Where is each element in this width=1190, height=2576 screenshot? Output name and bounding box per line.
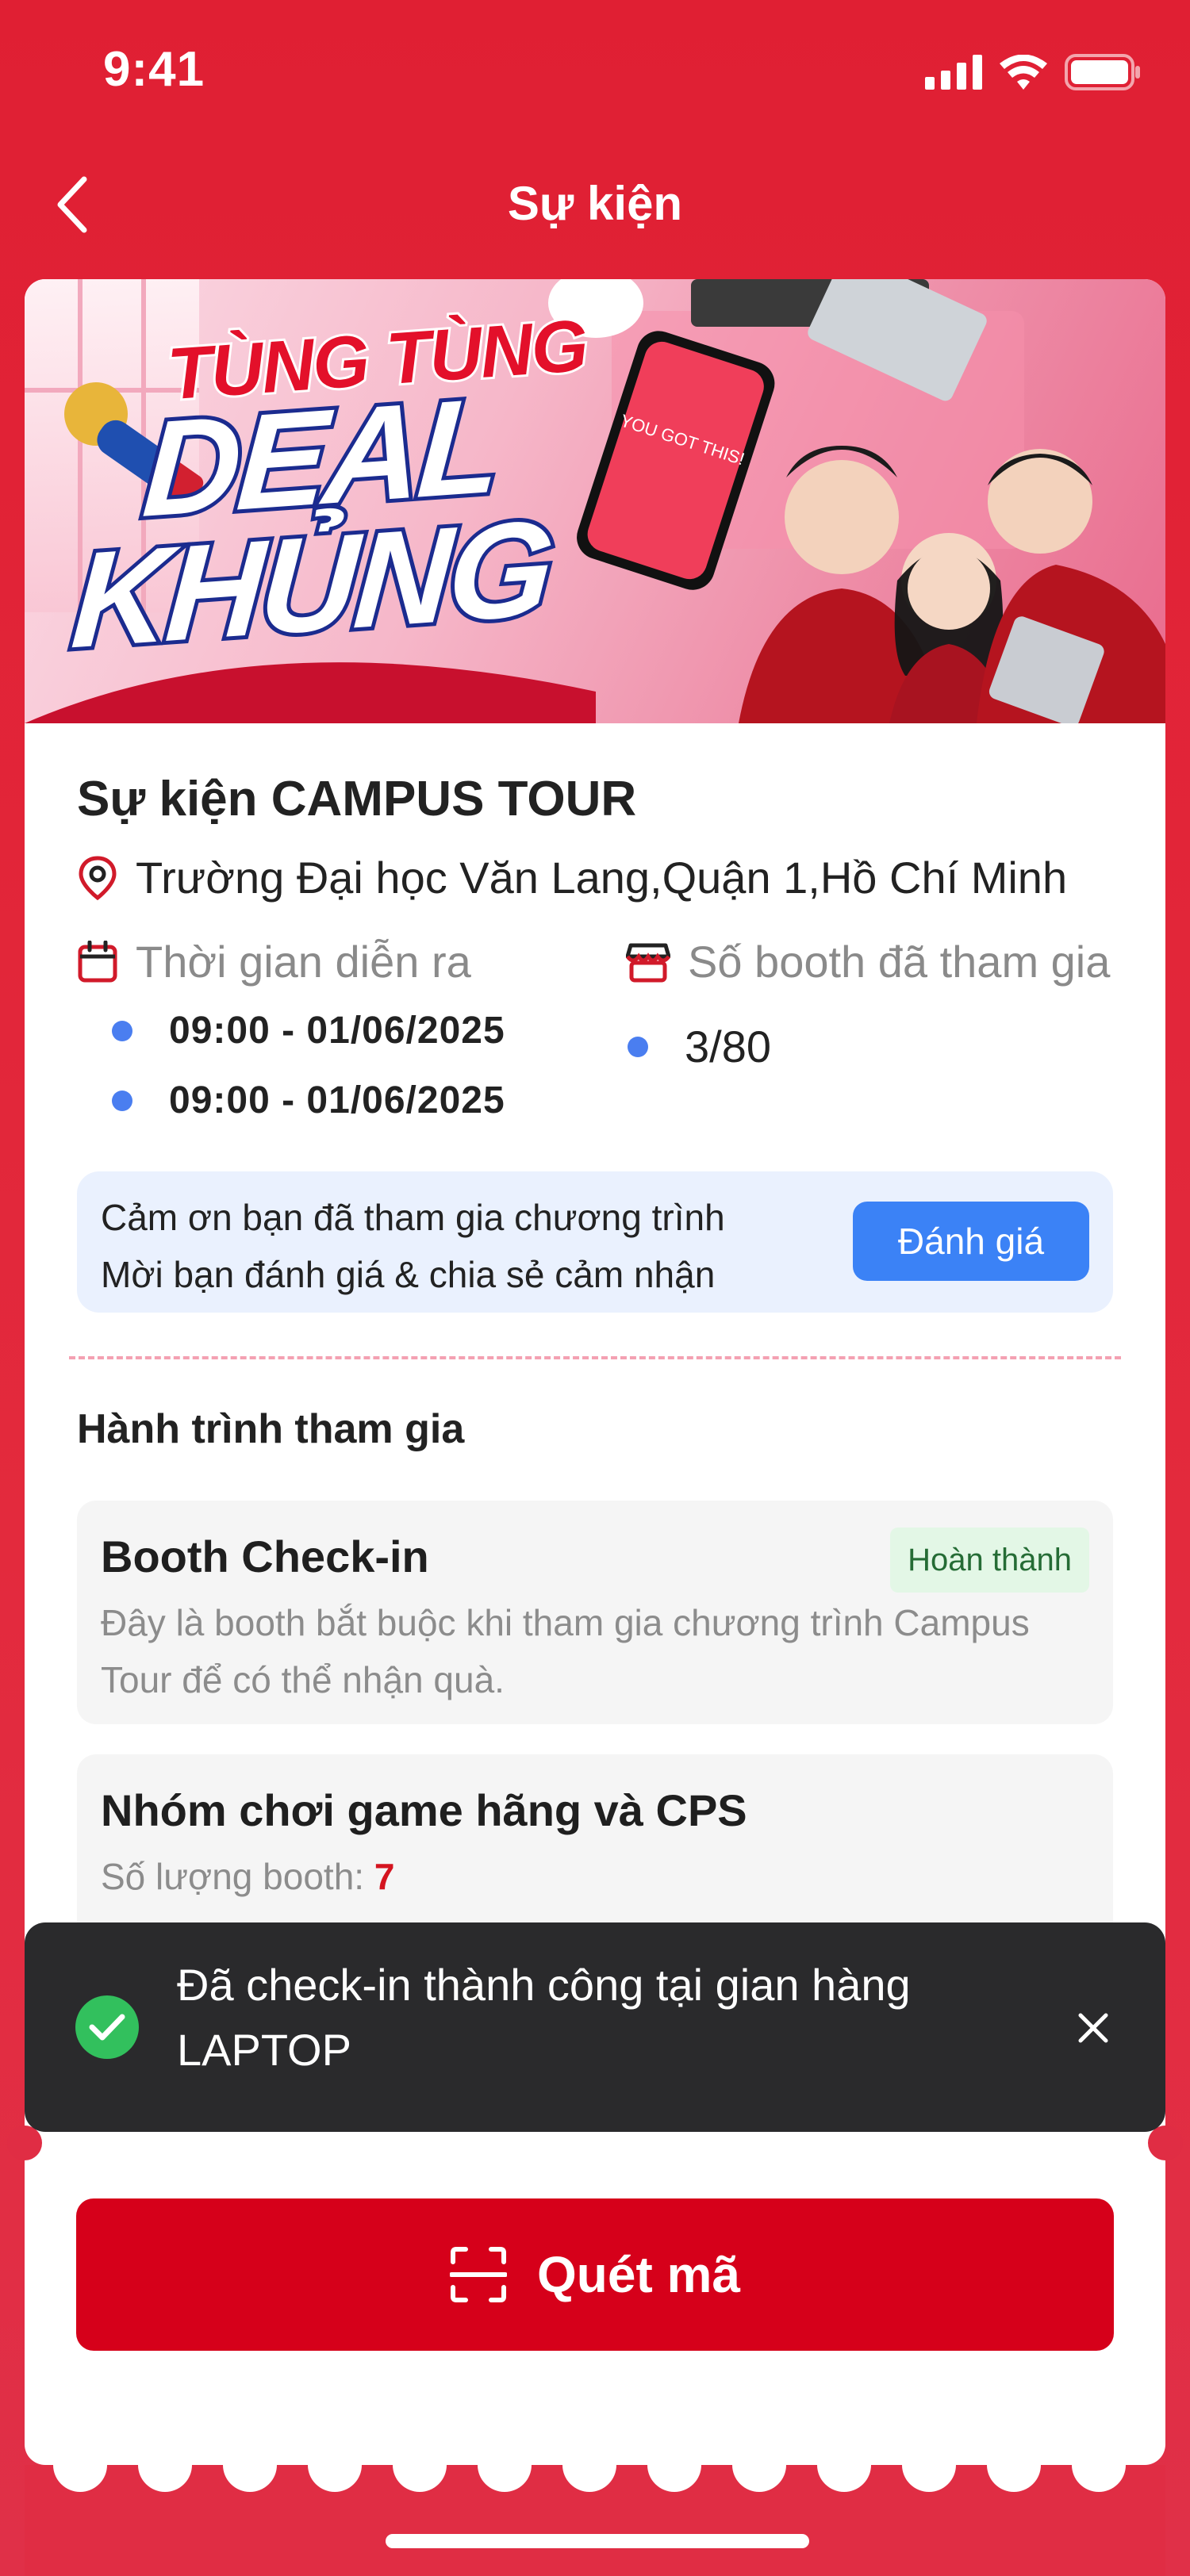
time-label-text: Thời gian diễn ra [136,937,471,987]
event-banner: YOU GOT THIS! TÙNG TÙNG DEAL KHỦNG [25,279,1165,723]
time-item: 09:00 - 01/06/2025 [112,1079,505,1122]
ticket-scallop-edge [25,2438,1165,2576]
event-card: YOU GOT THIS! TÙNG TÙNG DEAL KHỦNG Sự ki… [25,279,1165,2465]
toast-close-button[interactable] [1059,1994,1127,2062]
time-item: 09:00 - 01/06/2025 [112,1009,505,1052]
signal-icon [925,55,982,90]
calendar-icon [78,940,117,982]
status-bar: 9:41 [0,0,1190,143]
journey-title: Hành trình tham gia [77,1406,465,1452]
journey-item-desc: Đây là booth bắt buộc khi tham gia chươn… [101,1602,1030,1700]
count-value: 7 [374,1856,395,1897]
feedback-banner: Cảm ơn bạn đã tham gia chương trình Mời … [77,1171,1113,1313]
rate-button[interactable]: Đánh giá [853,1202,1089,1281]
status-badge: Hoàn thành [890,1528,1089,1593]
time-value: 09:00 - 01/06/2025 [169,1010,505,1052]
feedback-line-1: Cảm ơn bạn đã tham gia chương trình [101,1197,725,1238]
journey-item[interactable]: Booth Check-in Hoàn thành Đây là booth b… [77,1501,1113,1724]
booth-label: Số booth đã tham gia [626,936,1110,987]
toast-notification: Đã check-in thành công tại gian hàng LAP… [25,1922,1165,2132]
banner-headline-khung: KHỦNG [63,488,559,680]
battery-icon [1065,54,1140,90]
scan-qr-button[interactable]: Quét mã [76,2198,1114,2351]
store-icon [626,943,670,982]
booth-count: 3/80 [628,1021,771,1072]
count-label: Số lượng booth: [101,1856,365,1897]
scan-icon [449,2247,507,2302]
booth-count-value: 3/80 [685,1022,771,1071]
feedback-line-2: Mời bạn đánh giá & chia sẻ cảm nhận [101,1254,716,1295]
toast-message: Đã check-in thành công tại gian hàng LAP… [177,1960,911,2075]
booth-label-text: Số booth đã tham gia [688,937,1111,987]
scan-button-label: Quét mã [536,2246,741,2303]
time-label: Thời gian diễn ra [77,936,471,987]
event-title: Sự kiện CAMPUS TOUR [77,772,637,826]
status-time: 9:41 [103,42,205,97]
close-icon [1078,2013,1108,2043]
location-pin-icon [79,855,117,900]
journey-item-title: Booth Check-in [101,1531,429,1581]
event-location: Trường Đại học Văn Lang,Quận 1,Hồ Chí Mi… [77,852,1067,903]
location-text: Trường Đại học Văn Lang,Quận 1,Hồ Chí Mi… [136,853,1068,903]
navigation-bar: Sự kiện [0,159,1190,254]
home-indicator[interactable] [386,2534,809,2548]
page-title: Sự kiện [507,177,683,230]
ticket-notch [1148,2126,1183,2160]
bullet-dot [112,1020,132,1041]
bullet-dot [112,1090,132,1111]
time-value: 09:00 - 01/06/2025 [169,1079,505,1121]
ticket-notch [7,2126,42,2160]
bullet-dot [628,1036,648,1057]
dashed-divider [69,1356,1121,1359]
journey-item-title: Nhóm chơi game hãng và CPS [101,1785,747,1835]
wifi-icon [1000,55,1047,90]
check-circle-icon [75,1995,139,2059]
journey-item-count: Số lượng booth: 7 [101,1848,1037,1905]
